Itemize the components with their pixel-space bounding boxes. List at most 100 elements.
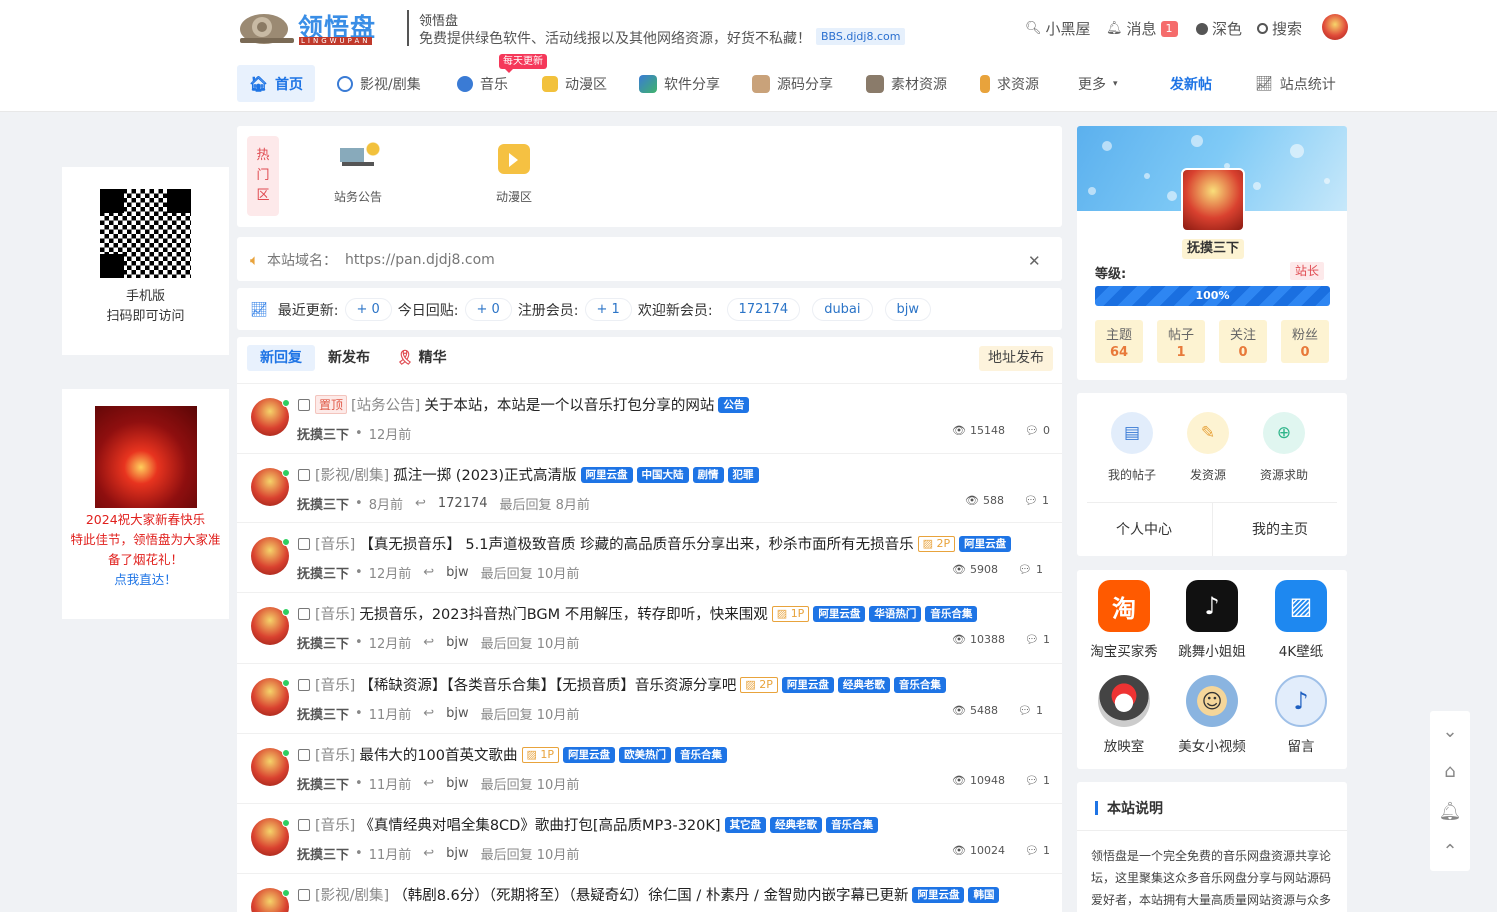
nav-movies[interactable]: 影视/剧集	[325, 65, 433, 102]
thread-row[interactable]: [音乐] 无损音乐，2023抖音热门BGM 不用解压，转存即听，快来围观 ▨ 1P 阿…	[237, 592, 1062, 662]
thread-row[interactable]: [影视/剧集] （韩剧8.6分）（死期将至）（悬疑奇幻）徐仁国 / 朴素丹 / 金…	[237, 873, 1062, 912]
thread-tag[interactable]: 音乐合集	[893, 676, 946, 693]
thread-title[interactable]: 【真无损音乐】 5.1声道极致音质 珍藏的高品质音乐分享出来，秒杀市面所有无损音…	[359, 533, 913, 554]
thread-tag[interactable]: 阿里云盘	[912, 886, 965, 903]
thread-checkbox[interactable]	[298, 679, 310, 691]
thread-tag[interactable]: 公告	[718, 396, 750, 413]
profile-stat[interactable]: 粉丝 0	[1281, 320, 1329, 363]
thread-category[interactable]: [影视/剧集]	[315, 464, 389, 485]
thread-category[interactable]: [音乐]	[315, 603, 355, 624]
thread-tag[interactable]: 音乐合集	[925, 605, 978, 622]
thread-author[interactable]: 抚摸三下	[297, 774, 349, 793]
last-replier[interactable]: bjw	[446, 706, 469, 721]
thread-checkbox[interactable]	[298, 749, 310, 761]
thread-tag[interactable]: 华语热门	[869, 605, 922, 622]
thread-title[interactable]: 孤注一掷 (2023)正式高清版	[393, 464, 576, 485]
new-member[interactable]: dubai	[812, 298, 873, 321]
home-icon[interactable]: ⌂	[1444, 761, 1455, 782]
thread-author[interactable]: 抚摸三下	[297, 563, 349, 582]
thread-row[interactable]: 置顶 [站务公告] 关于本站，本站是一个以音乐打包分享的网站 公告 抚摸三下 • 12月前…	[237, 383, 1062, 453]
thread-row[interactable]: [音乐] 【真无损音乐】 5.1声道极致音质 珍藏的高品质音乐分享出来，秒杀市面所…	[237, 522, 1062, 592]
thread-checkbox[interactable]	[298, 819, 310, 831]
last-replier[interactable]: 172174	[438, 496, 488, 511]
close-icon[interactable]: ✕	[1028, 252, 1041, 270]
app-wallpaper[interactable]: ▨ 4K壁纸	[1257, 580, 1345, 660]
thread-tag[interactable]: 阿里云盘	[563, 746, 616, 763]
last-replier[interactable]: bjw	[446, 776, 469, 791]
thread-title[interactable]: 《真情经典对唱全集8CD》歌曲打包[高品质MP3-320K]	[359, 814, 720, 835]
thread-tag[interactable]: 其它盘	[724, 816, 767, 833]
xiaoheiwu-link[interactable]: 🔍︎ 小黑屋	[1025, 18, 1091, 39]
promo-link[interactable]: 点我直达！	[70, 570, 221, 590]
thread-category[interactable]: [音乐]	[315, 814, 355, 835]
messages-link[interactable]: 🔔︎ 消息 1	[1106, 18, 1178, 39]
post-resource-button[interactable]: ✎ 发资源	[1168, 412, 1248, 483]
chevron-up-icon[interactable]: ⌃	[1442, 841, 1457, 862]
thread-author[interactable]: 抚摸三下	[297, 494, 349, 513]
bell-icon[interactable]: 🔔︎	[1439, 801, 1462, 822]
thread-checkbox[interactable]	[298, 608, 310, 620]
new-member[interactable]: bjw	[884, 298, 932, 321]
nav-anime[interactable]: 动漫区	[530, 65, 619, 102]
thread-tag[interactable]: 经典老歌	[770, 816, 823, 833]
last-replier[interactable]: bjw	[446, 846, 469, 861]
thread-title[interactable]: 最伟大的100首英文歌曲	[359, 744, 517, 765]
address-publish-button[interactable]: 地址发布	[979, 346, 1053, 371]
thread-category[interactable]: [音乐]	[315, 744, 355, 765]
tab-new-replies[interactable]: 新回复	[247, 345, 315, 371]
tab-featured[interactable]: 🎗︎ 精华	[383, 345, 460, 371]
thread-row[interactable]: [音乐] 【稀缺资源】【各类音乐合集】【无损音质】音乐资源分享吧 ▨ 2P 阿里云盘经…	[237, 663, 1062, 733]
thread-row[interactable]: [影视/剧集] 孤注一掷 (2023)正式高清版 阿里云盘 中国大陆 剧情 犯罪 抚摸三下…	[237, 453, 1062, 523]
nav-source-code[interactable]: 源码分享	[740, 65, 845, 102]
nav-materials[interactable]: 素材资源	[854, 65, 959, 102]
thread-tag[interactable]: 韩国	[968, 886, 1000, 903]
profile-stat[interactable]: 帖子 1	[1157, 320, 1205, 363]
thread-checkbox[interactable]	[298, 538, 310, 550]
last-replier[interactable]: bjw	[446, 635, 469, 650]
dark-mode-toggle[interactable]: 深色	[1196, 18, 1242, 39]
thread-title[interactable]: （韩剧8.6分）（死期将至）（悬疑奇幻）徐仁国 / 朴素丹 / 金智勋内嵌字幕已…	[393, 884, 908, 905]
hot-item-anime[interactable]: 动漫区	[484, 142, 544, 205]
thread-title[interactable]: 【稀缺资源】【各类音乐合集】【无损音质】音乐资源分享吧	[359, 674, 736, 695]
app-short-video[interactable]: ☺ 美女小视频	[1168, 675, 1256, 755]
app-cinema[interactable]: ● 放映室	[1080, 675, 1168, 755]
tab-new-posts[interactable]: 新发布	[315, 345, 383, 371]
app-guestbook[interactable]: ♪ 留言	[1257, 675, 1345, 755]
profile-stat[interactable]: 主题 64	[1095, 320, 1143, 363]
thread-author[interactable]: 抚摸三下	[297, 424, 349, 443]
thread-category[interactable]: [音乐]	[315, 533, 355, 554]
domain-badge[interactable]: BBS.djdj8.com	[816, 28, 906, 45]
personal-center-link[interactable]: 个人中心	[1116, 519, 1172, 539]
thread-category[interactable]: [站务公告]	[351, 394, 420, 415]
thread-category[interactable]: [音乐]	[315, 674, 355, 695]
last-replier[interactable]: bjw	[446, 565, 469, 580]
thread-tag[interactable]: 欧美热门	[619, 746, 672, 763]
promo-image[interactable]	[95, 406, 197, 508]
nav-home[interactable]: 🏠︎ 首页	[237, 65, 316, 102]
thread-author[interactable]: 抚摸三下	[297, 633, 349, 652]
nav-request[interactable]: 求资源	[968, 65, 1051, 102]
thread-tag[interactable]: 中国大陆	[636, 466, 689, 483]
my-posts-button[interactable]: ▤ 我的帖子	[1092, 412, 1172, 483]
thread-checkbox[interactable]	[298, 469, 310, 481]
thread-tag[interactable]: 剧情	[692, 466, 724, 483]
nav-more[interactable]: 更多 ▾	[1066, 65, 1130, 102]
thread-tag[interactable]: 犯罪	[727, 466, 759, 483]
hot-item-announcements[interactable]: 站务公告	[328, 142, 388, 205]
user-avatar[interactable]	[1322, 14, 1348, 40]
thread-tag[interactable]: 阿里云盘	[813, 605, 866, 622]
notice-url[interactable]: https://pan.djdj8.com	[345, 252, 495, 268]
nav-site-stats[interactable]: 📈︎ 站点统计	[1243, 65, 1348, 102]
thread-checkbox[interactable]	[298, 399, 310, 411]
resource-help-button[interactable]: ⊕ 资源求助	[1244, 412, 1324, 483]
thread-tag[interactable]: 阿里云盘	[580, 466, 633, 483]
new-post-button[interactable]: 发新帖	[1158, 65, 1224, 102]
new-member[interactable]: 172174	[726, 298, 801, 321]
thread-category[interactable]: [影视/剧集]	[315, 884, 389, 905]
app-dance[interactable]: ♪ 跳舞小姐姐	[1168, 580, 1256, 660]
my-homepage-link[interactable]: 我的主页	[1252, 519, 1308, 539]
search-link[interactable]: 搜索	[1257, 18, 1302, 39]
thread-row[interactable]: [音乐] 最伟大的100首英文歌曲 ▨ 1P 阿里云盘 欧美热门 音乐合集 抚摸三下 • 11…	[237, 733, 1062, 803]
thread-tag[interactable]: 音乐合集	[826, 816, 879, 833]
thread-checkbox[interactable]	[298, 889, 310, 901]
